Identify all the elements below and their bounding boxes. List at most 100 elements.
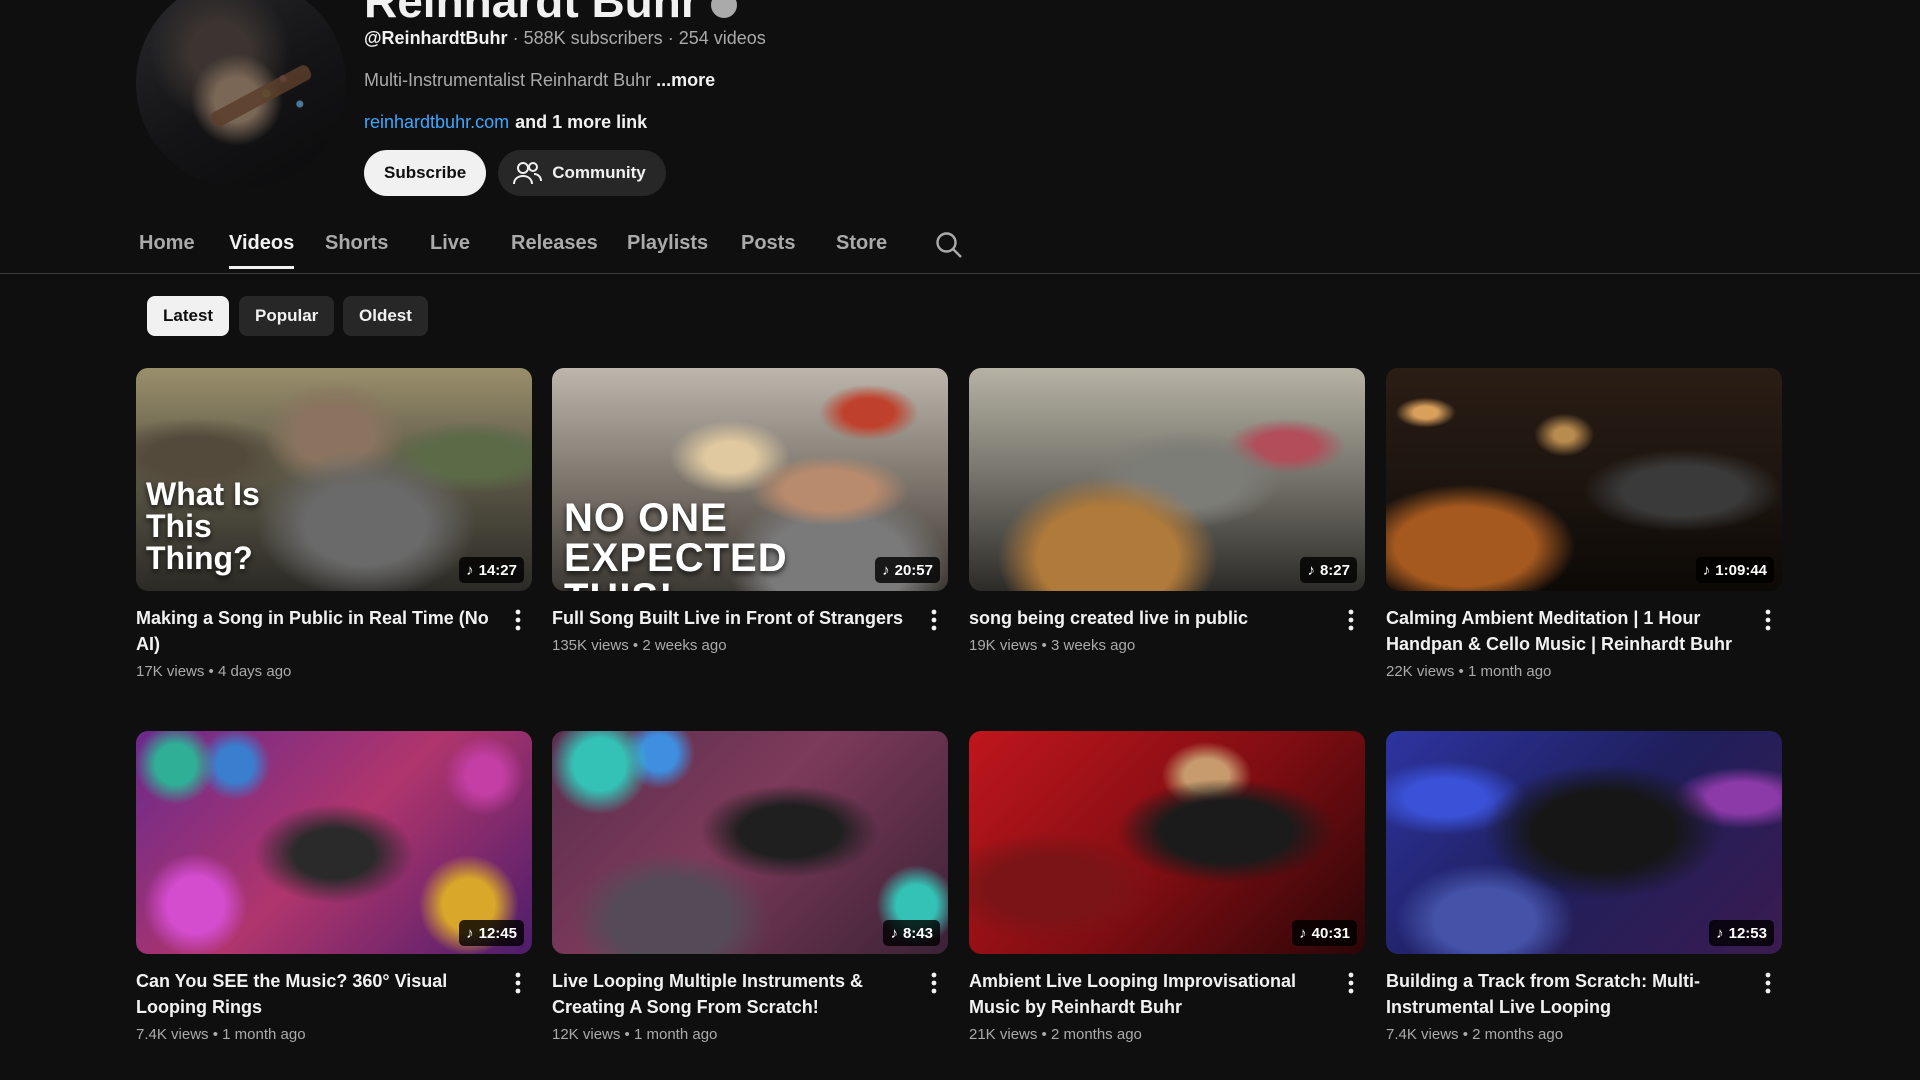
- music-note-icon: ♪: [1307, 561, 1315, 579]
- video-title[interactable]: Calming Ambient Meditation | 1 Hour Hand…: [1386, 605, 1746, 657]
- description-text: Multi-Instrumentalist Reinhardt Buhr: [364, 70, 652, 90]
- community-label: Community: [552, 163, 646, 182]
- duration-badge: ♪ 20:57: [875, 557, 940, 583]
- duration-text: 40:31: [1311, 924, 1350, 942]
- tab-home[interactable]: Home: [139, 232, 195, 269]
- video-title[interactable]: song being created live in public: [969, 605, 1329, 631]
- description-more-link[interactable]: ...more: [656, 70, 715, 90]
- video-title[interactable]: Making a Song in Public in Real Time (No…: [136, 605, 496, 657]
- video-meta: 7.4K views • 1 month ago: [136, 1026, 496, 1043]
- meta-separator: •: [1041, 1026, 1047, 1043]
- channel-website-link[interactable]: reinhardtbuhr.com: [364, 112, 509, 132]
- video-title[interactable]: Full Song Built Live in Front of Strange…: [552, 605, 912, 631]
- video-title[interactable]: Can You SEE the Music? 360° Visual Loopi…: [136, 968, 496, 1020]
- video-details: Can You SEE the Music? 360° Visual Loopi…: [136, 968, 532, 1043]
- tab-store[interactable]: Store: [836, 232, 887, 269]
- video-thumbnail[interactable]: ♪ 12:45: [136, 731, 532, 954]
- video-count: 254 videos: [678, 28, 766, 48]
- video-thumbnail[interactable]: What Is This Thing? ♪ 14:27: [136, 368, 532, 591]
- music-note-icon: ♪: [466, 924, 474, 942]
- video-thumbnail[interactable]: ♪ 1:09:44: [1386, 368, 1782, 591]
- channel-avatar[interactable]: [136, 0, 346, 188]
- tab-shorts[interactable]: Shorts: [325, 232, 388, 269]
- more-vert-icon[interactable]: [1341, 970, 1361, 996]
- tab-releases[interactable]: Releases: [511, 232, 598, 269]
- more-links-button[interactable]: and 1 more link: [515, 112, 647, 132]
- more-vert-icon[interactable]: [924, 970, 944, 996]
- duration-badge: ♪ 8:27: [1300, 557, 1357, 583]
- video-details: Making a Song in Public in Real Time (No…: [136, 605, 532, 680]
- duration-badge: ♪ 40:31: [1292, 920, 1357, 946]
- community-icon: [513, 162, 543, 185]
- thumbnail-overlay-text: NO ONE EXPECTED THIS!: [564, 496, 788, 591]
- more-vert-icon[interactable]: [508, 970, 528, 996]
- duration-text: 14:27: [478, 561, 517, 579]
- chip-oldest[interactable]: Oldest: [343, 296, 428, 336]
- subscribe-button[interactable]: Subscribe: [364, 150, 487, 196]
- chip-latest[interactable]: Latest: [147, 296, 230, 336]
- video-card[interactable]: ♪ 12:53 Building a Track from Scratch: Mu…: [1386, 731, 1782, 1043]
- meta-separator: •: [208, 663, 214, 680]
- more-vert-icon[interactable]: [924, 607, 944, 633]
- more-vert-icon[interactable]: [1758, 970, 1778, 996]
- video-thumbnail[interactable]: NO ONE EXPECTED THIS! ♪20:57: [552, 368, 948, 591]
- meta-dot: ·: [512, 28, 519, 48]
- chip-popular[interactable]: Popular: [239, 296, 335, 336]
- view-count: 21K views: [969, 1026, 1038, 1043]
- duration-badge: ♪ 12:53: [1709, 920, 1774, 946]
- view-count: 7.4K views: [136, 1026, 209, 1043]
- more-vert-icon[interactable]: [1758, 607, 1778, 633]
- upload-age: 1 month ago: [222, 1026, 306, 1043]
- thumbnail-overlay-text: What Is This Thing?: [146, 476, 260, 576]
- music-note-icon: ♪: [1716, 924, 1724, 942]
- music-note-icon: ♪: [882, 561, 890, 579]
- view-count: 19K views: [969, 637, 1038, 654]
- channel-meta: @ReinhardtBuhr · 588K subscribers · 254 …: [364, 28, 766, 49]
- video-card[interactable]: NO ONE EXPECTED THIS! ♪20:57 Full Song B…: [552, 368, 948, 654]
- video-card[interactable]: ♪ 12:45 Can You SEE the Music? 360° Visua…: [136, 731, 532, 1043]
- video-card[interactable]: ♪ 1:09:44 Calming Ambient Meditation | 1 …: [1386, 368, 1782, 680]
- channel-name: Reinhardt Buhr: [364, 0, 737, 28]
- view-count: 7.4K views: [1386, 1026, 1459, 1043]
- duration-text: 12:53: [1728, 924, 1767, 942]
- community-button[interactable]: Community: [498, 150, 666, 196]
- video-title[interactable]: Ambient Live Looping Improvisational Mus…: [969, 968, 1329, 1020]
- more-vert-icon[interactable]: [508, 607, 528, 633]
- meta-separator: •: [632, 637, 639, 654]
- video-meta: 12K views • 1 month ago: [552, 1026, 912, 1043]
- channel-description[interactable]: Multi-Instrumentalist Reinhardt Buhr ...m…: [364, 70, 715, 91]
- channel-handle: @ReinhardtBuhr: [364, 28, 508, 48]
- channel-name-text: Reinhardt Buhr: [364, 0, 699, 27]
- channel-actions: Subscribe Community: [364, 150, 666, 196]
- video-title[interactable]: Building a Track from Scratch: Multi-Ins…: [1386, 968, 1746, 1020]
- video-meta: 17K views • 4 days ago: [136, 663, 496, 680]
- music-note-icon: ♪: [466, 561, 474, 579]
- video-card[interactable]: ♪ 8:27 song being created live in public …: [969, 368, 1365, 654]
- music-note-icon: ♪: [1702, 561, 1711, 579]
- upload-age: 1 month ago: [633, 1026, 718, 1043]
- video-thumbnail[interactable]: ♪ 8:43: [552, 731, 948, 954]
- video-thumbnail[interactable]: ♪ 12:53: [1386, 731, 1782, 954]
- tab-videos[interactable]: Videos: [229, 232, 295, 269]
- video-details: Full Song Built Live in Front of Strange…: [552, 605, 948, 654]
- video-details: Building a Track from Scratch: Multi-Ins…: [1386, 968, 1782, 1043]
- music-note-icon: ♪: [1299, 924, 1307, 942]
- duration-text: 20:57: [894, 561, 933, 579]
- video-thumbnail[interactable]: ♪ 8:27: [969, 368, 1365, 591]
- tab-posts[interactable]: Posts: [741, 232, 795, 269]
- tab-live[interactable]: Live: [430, 232, 470, 269]
- video-meta: 7.4K views • 2 months ago: [1386, 1026, 1746, 1043]
- duration-badge: ♪ 8:43: [883, 920, 940, 946]
- video-card[interactable]: What Is This Thing? ♪ 14:27 Making a Song…: [136, 368, 532, 680]
- tab-playlists[interactable]: Playlists: [627, 232, 708, 269]
- video-meta: 135K views • 2 weeks ago: [552, 637, 912, 654]
- channel-page: Reinhardt Buhr @ReinhardtBuhr · 588K sub…: [0, 0, 1920, 1080]
- video-card[interactable]: ♪ 40:31 Ambient Live Looping Improvisatio…: [969, 731, 1365, 1043]
- video-title[interactable]: Live Looping Multiple Instruments & Crea…: [552, 968, 912, 1020]
- view-count: 22K views: [1386, 663, 1455, 680]
- more-vert-icon[interactable]: [1341, 607, 1361, 633]
- search-icon[interactable]: [934, 230, 964, 260]
- video-thumbnail[interactable]: ♪ 40:31: [969, 731, 1365, 954]
- meta-separator: •: [624, 1026, 630, 1043]
- video-card[interactable]: ♪ 8:43 Live Looping Multiple Instruments …: [552, 731, 948, 1043]
